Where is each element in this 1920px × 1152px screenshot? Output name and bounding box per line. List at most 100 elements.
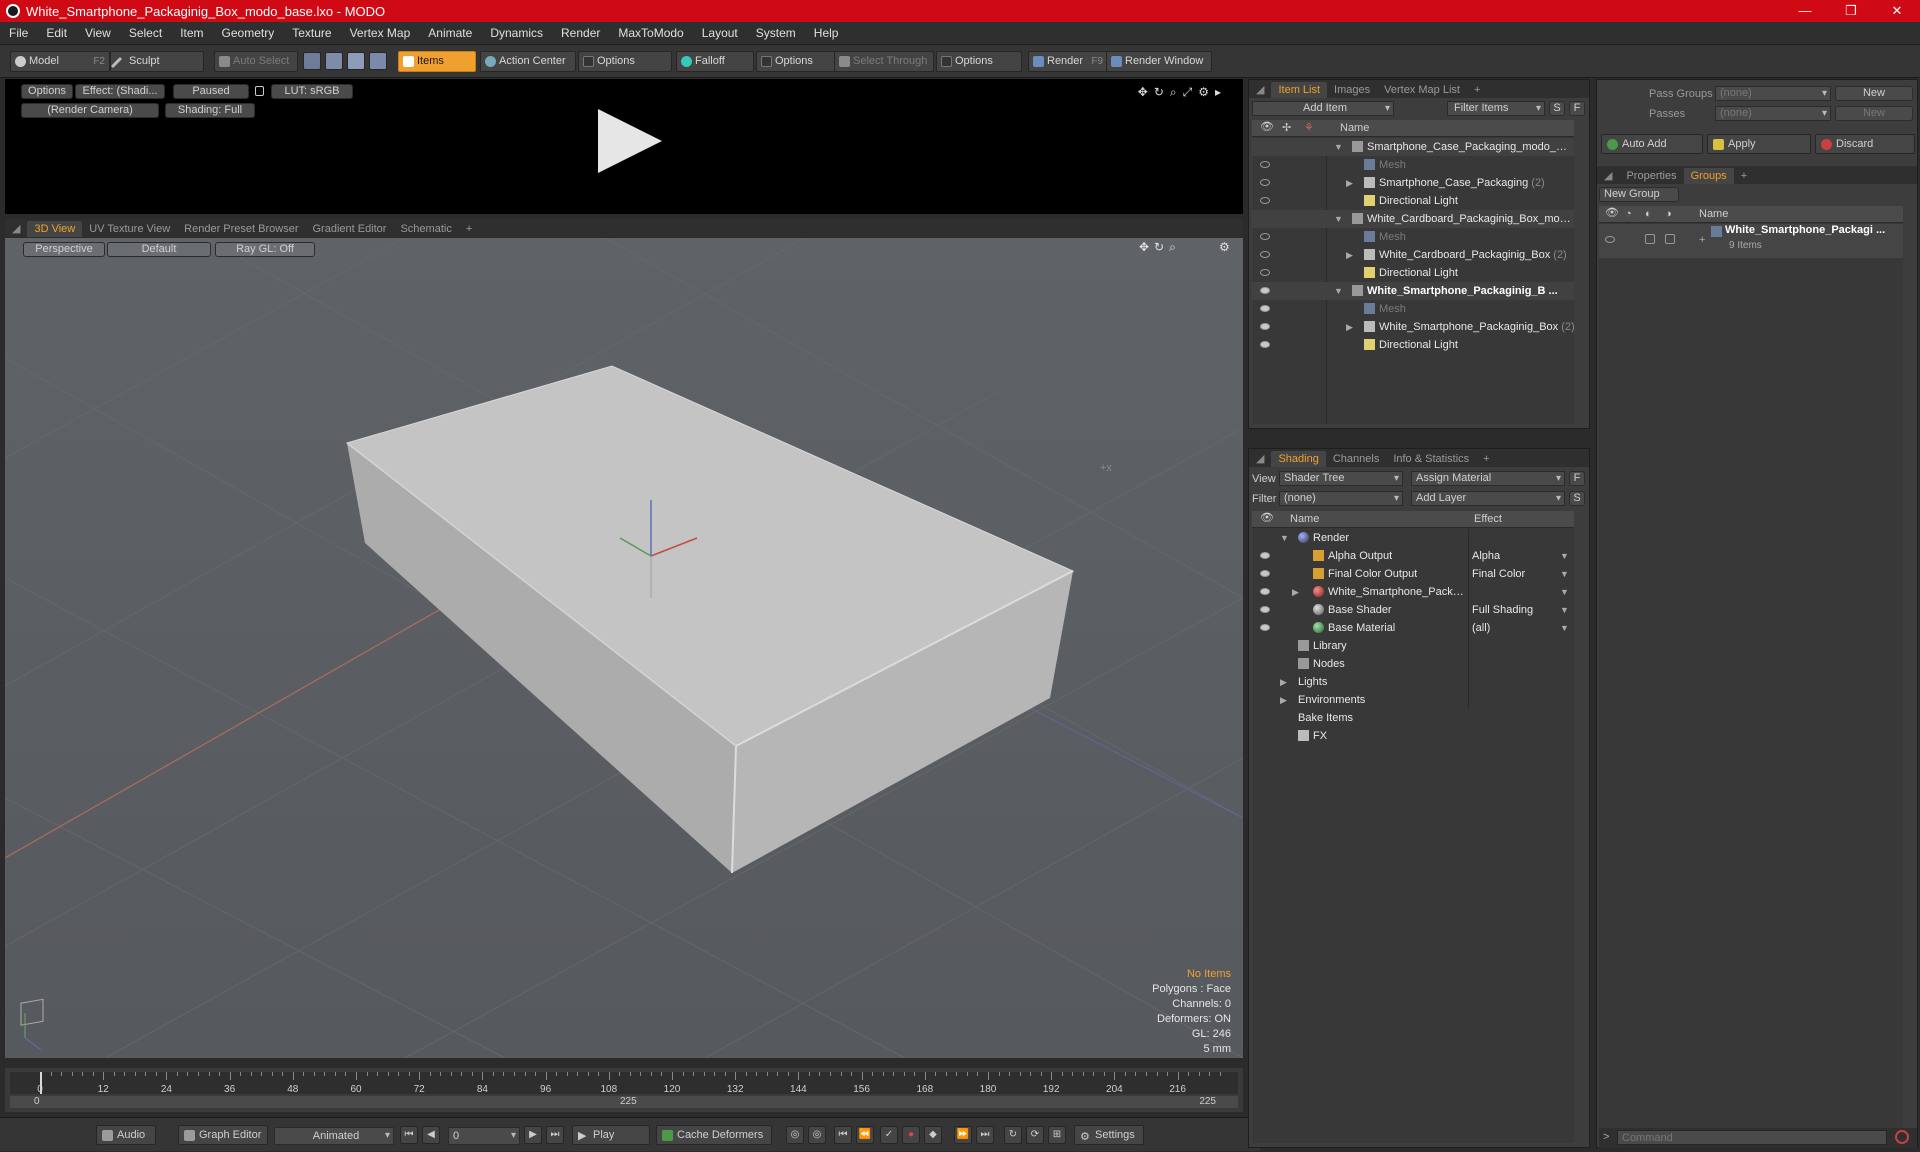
- tab-info-statistics[interactable]: Info & Statistics: [1386, 451, 1476, 467]
- prev-keyframe-icon[interactable]: ⏮: [834, 1126, 852, 1144]
- new-pass-button[interactable]: New: [1835, 106, 1913, 121]
- list-item[interactable]: Base Material (all) ▼: [1252, 619, 1574, 637]
- default-style-dropdown[interactable]: Default: [107, 242, 211, 257]
- action-center-button[interactable]: Action Center: [480, 51, 576, 72]
- list-item[interactable]: Directional Light: [1252, 264, 1574, 282]
- animated-dropdown[interactable]: Animated: [274, 1127, 394, 1145]
- lock-checkbox[interactable]: [1645, 234, 1655, 244]
- cache-deformers-button[interactable]: Cache Deformers: [656, 1125, 772, 1145]
- key-tool-icon-1[interactable]: ◎: [786, 1126, 804, 1144]
- select-through-options-button[interactable]: Options: [936, 51, 1022, 72]
- tab-vertex-map-list[interactable]: Vertex Map List: [1377, 82, 1467, 98]
- new-pass-group-button[interactable]: New: [1835, 86, 1913, 101]
- menu-help[interactable]: Help: [805, 26, 848, 40]
- preview-camera-dropdown[interactable]: (Render Camera): [21, 103, 159, 118]
- pass-groups-dropdown[interactable]: (none): [1715, 86, 1831, 101]
- menu-edit[interactable]: Edit: [37, 26, 76, 40]
- action-center-options-button[interactable]: Options: [578, 51, 672, 72]
- list-item[interactable]: ▼ Smartphone_Case_Packaging_modo_ba ...: [1252, 138, 1574, 156]
- render-window-button[interactable]: Render Window: [1106, 51, 1212, 72]
- menu-select[interactable]: Select: [120, 26, 171, 40]
- tab-groups[interactable]: Groups: [1683, 168, 1734, 184]
- list-item[interactable]: ▼ White_Cardboard_Packaginig_Box_mod ...: [1252, 210, 1574, 228]
- sync-icon[interactable]: ⟳: [1026, 1126, 1044, 1144]
- menu-vertex-map[interactable]: Vertex Map: [341, 26, 420, 40]
- settings-button[interactable]: ⚙ Settings: [1074, 1125, 1144, 1145]
- timeline-range-bar[interactable]: 0 225 225: [10, 1096, 1238, 1108]
- list-item[interactable]: ▶ White_Cardboard_Packaginig_Box (2): [1252, 246, 1574, 264]
- menu-view[interactable]: View: [76, 26, 120, 40]
- render-button[interactable]: Render F9: [1028, 51, 1108, 72]
- item-list-f-button[interactable]: F: [1569, 101, 1585, 116]
- view-dropdown[interactable]: Shader Tree: [1279, 471, 1403, 486]
- next-keyframe-icon[interactable]: ⏭: [976, 1126, 994, 1144]
- expand-icon[interactable]: +: [1699, 234, 1705, 246]
- loop-icon[interactable]: ↻: [1004, 1126, 1022, 1144]
- key-icon[interactable]: ◆: [924, 1126, 942, 1144]
- polygons-mode-icon[interactable]: [347, 52, 365, 70]
- discard-button[interactable]: Discard: [1815, 134, 1915, 154]
- list-item[interactable]: FX: [1252, 727, 1574, 745]
- perspective-dropdown[interactable]: Perspective: [23, 242, 105, 257]
- tab-schematic[interactable]: Schematic: [393, 221, 458, 237]
- viewport-3d[interactable]: +x Perspective Default Ray GL: Off ✥↻⌕ ⚙…: [5, 238, 1243, 1058]
- shading-f-button[interactable]: F: [1569, 471, 1585, 486]
- materials-mode-icon[interactable]: [369, 52, 387, 70]
- effect-column-header[interactable]: Effect: [1474, 511, 1502, 528]
- skip-start-icon[interactable]: ⏮: [400, 1126, 418, 1144]
- list-item[interactable]: ▶ Smartphone_Case_Packaging (2): [1252, 174, 1574, 192]
- vertices-mode-icon[interactable]: [303, 52, 321, 70]
- list-item[interactable]: ▶ Environments: [1252, 691, 1574, 709]
- preview-lut-dropdown[interactable]: LUT: sRGB: [271, 84, 353, 99]
- assign-material-field[interactable]: Assign Material: [1411, 471, 1565, 486]
- items-mode-button[interactable]: Items: [398, 51, 476, 72]
- options-key-icon[interactable]: ⊞: [1048, 1126, 1066, 1144]
- next-key-step-icon[interactable]: ⏩: [954, 1126, 972, 1144]
- viewport-nav-icons[interactable]: ✥↻⌕: [1139, 240, 1181, 255]
- edges-mode-icon[interactable]: [325, 52, 343, 70]
- timeline[interactable]: 0 12 24 36 48 60 72 84 96 108 120 132 144 156 168 180 19…: [5, 1068, 1243, 1112]
- auto-select-button[interactable]: Auto Select: [214, 51, 298, 72]
- add-tab-icon[interactable]: +: [1467, 82, 1487, 98]
- new-group-button[interactable]: New Group: [1599, 187, 1679, 202]
- audio-button[interactable]: Audio: [96, 1125, 156, 1145]
- lock-icon[interactable]: [255, 86, 264, 96]
- list-item[interactable]: Directional Light: [1252, 192, 1574, 210]
- list-item[interactable]: ▶ Lights: [1252, 673, 1574, 691]
- falloff-options-button[interactable]: Options: [756, 51, 836, 72]
- add-tab-icon[interactable]: +: [1476, 451, 1496, 467]
- tab-uv-texture-view[interactable]: UV Texture View: [82, 221, 177, 237]
- preview-effect-dropdown[interactable]: Effect: (Shadi...: [75, 84, 165, 99]
- list-item[interactable]: ▼ White_Smartphone_Packaginig_B ...: [1252, 282, 1574, 300]
- list-item[interactable]: Mesh: [1252, 156, 1574, 174]
- list-item[interactable]: Mesh: [1252, 300, 1574, 318]
- auto-key-icon[interactable]: ✓: [880, 1126, 898, 1144]
- select-checkbox[interactable]: [1665, 234, 1675, 244]
- select-through-button[interactable]: Select Through: [834, 51, 934, 72]
- record-icon[interactable]: ●: [902, 1126, 920, 1144]
- preview-shading-dropdown[interactable]: Shading: Full: [165, 103, 255, 118]
- add-layer-dropdown[interactable]: Add Layer: [1411, 491, 1565, 506]
- list-item[interactable]: Bake Items: [1252, 709, 1574, 727]
- prev-key-icon[interactable]: ◀: [422, 1126, 440, 1144]
- group-row[interactable]: + White_Smartphone_Packagi ... 9 Items: [1599, 224, 1903, 258]
- command-status-icon[interactable]: [1895, 1130, 1909, 1144]
- name-column-header[interactable]: Name: [1290, 511, 1319, 528]
- menu-file[interactable]: File: [0, 26, 37, 40]
- tab-properties[interactable]: Properties: [1619, 168, 1683, 184]
- list-item[interactable]: ▼ Render: [1252, 529, 1574, 547]
- list-item[interactable]: ▶ White_Smartphone_Packaginig_Box (2): [1252, 318, 1575, 336]
- menu-dynamics[interactable]: Dynamics: [481, 26, 552, 40]
- list-item[interactable]: Final Color Output Final Color ▼: [1252, 565, 1574, 583]
- menu-item[interactable]: Item: [171, 26, 212, 40]
- tab-render-preset-browser[interactable]: Render Preset Browser: [177, 221, 305, 237]
- current-frame-field[interactable]: 0: [448, 1127, 520, 1145]
- command-input[interactable]: [1617, 1130, 1887, 1145]
- preview-controls-icons[interactable]: ✥↻⌕⤢⚙▸: [1138, 85, 1227, 100]
- list-item[interactable]: Nodes: [1252, 655, 1574, 673]
- auto-add-button[interactable]: Auto Add: [1601, 134, 1703, 154]
- menu-maxtomodo[interactable]: MaxToModo: [609, 26, 692, 40]
- menu-animate[interactable]: Animate: [419, 26, 481, 40]
- prev-key-step-icon[interactable]: ⏪: [856, 1126, 874, 1144]
- preview-options-button[interactable]: Options: [21, 84, 73, 99]
